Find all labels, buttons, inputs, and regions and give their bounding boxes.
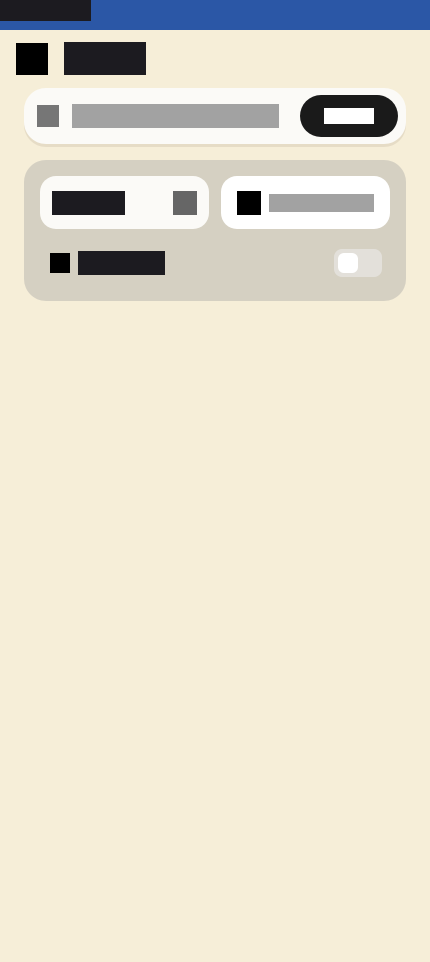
search-button-label xyxy=(324,108,374,124)
toggle-knob xyxy=(338,253,358,273)
option-label xyxy=(78,251,165,275)
status-text xyxy=(0,0,91,21)
filter-icon xyxy=(237,191,261,215)
options-panel xyxy=(24,160,406,301)
dropdown-icon xyxy=(173,191,197,215)
dropdown-chip-label xyxy=(52,191,125,215)
menu-icon[interactable] xyxy=(16,43,48,75)
filter-chip-label xyxy=(269,194,374,212)
search-input[interactable] xyxy=(72,104,279,128)
option-toggle[interactable] xyxy=(334,249,382,277)
page-title xyxy=(64,42,146,75)
option-icon xyxy=(50,253,70,273)
search-bar xyxy=(24,88,406,144)
search-icon xyxy=(37,105,59,127)
filter-chip[interactable] xyxy=(221,176,390,229)
dropdown-chip[interactable] xyxy=(40,176,209,229)
status-bar xyxy=(0,0,430,30)
search-button[interactable] xyxy=(300,95,398,137)
